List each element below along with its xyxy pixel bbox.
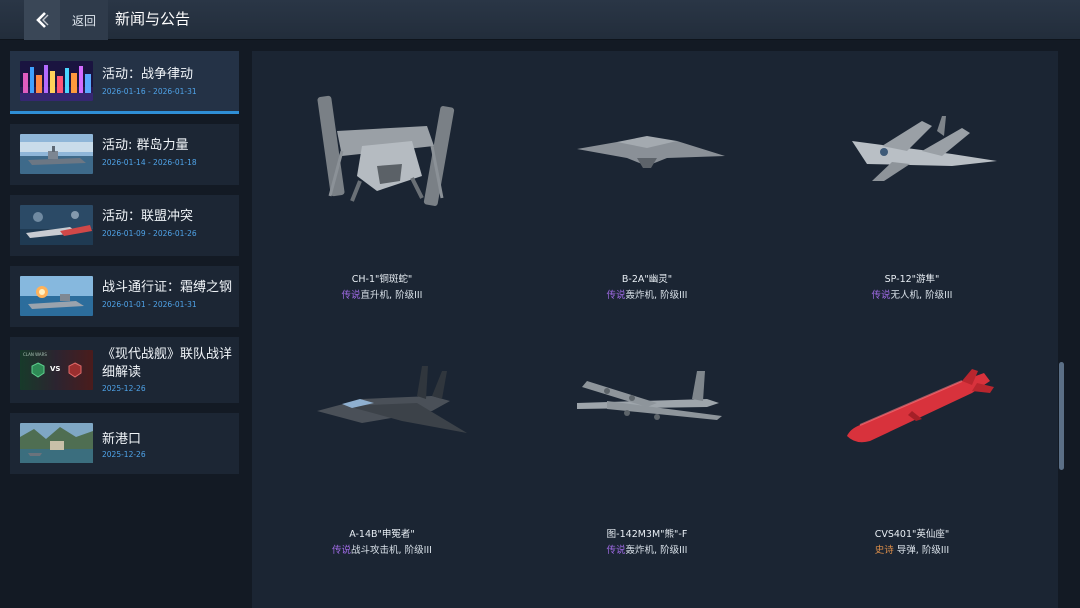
rarity-label: 传说 bbox=[606, 290, 626, 301]
news-thumbnail bbox=[20, 134, 93, 174]
unit-name: CVS401"英仙座" bbox=[874, 529, 950, 540]
unit-type: 战斗攻击机, 阶级III bbox=[351, 545, 432, 556]
back-button[interactable] bbox=[24, 0, 60, 40]
news-date: 2026-01-01 - 2026-01-31 bbox=[102, 300, 197, 309]
scrollbar-track[interactable] bbox=[1059, 51, 1064, 608]
unit-description: 传说直升机, 阶级III bbox=[252, 287, 512, 301]
turboprop-bomber-icon bbox=[577, 371, 722, 420]
unit-description: 传说无人机, 阶级III bbox=[782, 287, 1042, 301]
stealth-bomber-icon bbox=[577, 136, 725, 168]
vs-label: VS bbox=[50, 365, 61, 373]
news-date: 2026-01-16 - 2026-01-31 bbox=[102, 87, 197, 96]
news-date: 2025-12-26 bbox=[102, 384, 146, 393]
unit-card[interactable]: CH-1"铜斑蛇" 传说直升机, 阶级III bbox=[252, 86, 512, 336]
unit-type: 轰炸机, 阶级III bbox=[625, 290, 688, 301]
news-title: 《现代战舰》联队战详细解读 bbox=[102, 347, 233, 380]
rarity-label: 传说 bbox=[341, 290, 361, 301]
news-title: 活动：联盟冲突 bbox=[102, 209, 194, 224]
unit-description: 传说轰炸机, 阶级III bbox=[517, 542, 777, 556]
rarity-label: 史诗 bbox=[874, 545, 894, 556]
unit-card[interactable]: 图-142M3M"熊"-F 传说轰炸机, 阶级III bbox=[517, 341, 777, 591]
news-date: 2025-12-26 bbox=[102, 450, 146, 459]
unit-card[interactable]: SP-12"游隼" 传说无人机, 阶级III bbox=[782, 86, 1042, 336]
news-thumbnail: CLAN WARS VS bbox=[20, 350, 93, 390]
unit-card[interactable]: A-14B"申冤者" 传说战斗攻击机, 阶级III bbox=[252, 341, 512, 591]
unit-type: 无人机, 阶级III bbox=[890, 290, 953, 301]
top-bar: 返回 新闻与公告 bbox=[0, 0, 1080, 40]
news-item-archipelago[interactable]: 活动: 群岛力量 2026-01-14 - 2026-01-18 bbox=[10, 124, 239, 185]
unit-description: 传说轰炸机, 阶级III bbox=[517, 287, 777, 301]
attack-jet-icon bbox=[317, 366, 467, 433]
news-title: 新港口 bbox=[102, 432, 142, 447]
unit-type: 导弹, 阶级III bbox=[893, 545, 950, 556]
page-title: 新闻与公告 bbox=[115, 10, 191, 28]
unit-type: 直升机, 阶级III bbox=[360, 290, 423, 301]
news-thumbnail bbox=[20, 61, 93, 101]
helicopter-icon bbox=[317, 95, 455, 206]
news-title: 活动: 群岛力量 bbox=[102, 138, 189, 153]
unit-card[interactable]: B-2A"幽灵" 传说轰炸机, 阶级III bbox=[517, 86, 777, 336]
news-thumbnail bbox=[20, 276, 93, 316]
news-item-new-port[interactable]: 新港口 2025-12-26 bbox=[10, 413, 239, 474]
rarity-label: 传说 bbox=[871, 290, 891, 301]
unit-card[interactable]: CVS401"英仙座" 史诗 导弹, 阶级III bbox=[782, 341, 1042, 591]
news-date: 2026-01-09 - 2026-01-26 bbox=[102, 229, 197, 238]
news-content-panel[interactable]: CH-1"铜斑蛇" 传说直升机, 阶级III B-2A"幽灵" 传说轰炸机, 阶… bbox=[252, 51, 1058, 608]
missile-icon bbox=[847, 369, 994, 443]
news-sidebar: 活动：战争律动 2026-01-16 - 2026-01-31 活动: 群岛力量… bbox=[10, 51, 239, 484]
unit-name: CH-1"铜斑蛇" bbox=[351, 274, 413, 285]
news-date: 2026-01-14 - 2026-01-18 bbox=[102, 158, 197, 167]
unit-type: 轰炸机, 阶级III bbox=[625, 545, 688, 556]
news-title: 活动：战争律动 bbox=[102, 67, 194, 82]
news-item-battle-pass[interactable]: 战斗通行证：霜缚之钢 2026-01-01 - 2026-01-31 bbox=[10, 266, 239, 327]
news-thumbnail bbox=[20, 423, 93, 463]
news-item-clan-wars[interactable]: CLAN WARS VS 《现代战舰》联队战详细解读 2025-12-26 bbox=[10, 337, 239, 403]
news-title: 战斗通行证：霜缚之钢 bbox=[102, 280, 233, 295]
unit-description: 传说战斗攻击机, 阶级III bbox=[252, 542, 512, 556]
scrollbar-thumb[interactable] bbox=[1059, 362, 1064, 470]
news-item-alliance-conflict[interactable]: 活动：联盟冲突 2026-01-09 - 2026-01-26 bbox=[10, 195, 239, 256]
unit-description: 史诗 导弹, 阶级III bbox=[782, 542, 1042, 556]
unit-name: B-2A"幽灵" bbox=[621, 274, 673, 285]
rarity-label: 传说 bbox=[332, 545, 352, 556]
news-thumbnail bbox=[20, 205, 93, 245]
news-item-war-rhythm[interactable]: 活动：战争律动 2026-01-16 - 2026-01-31 bbox=[10, 51, 239, 114]
back-label[interactable]: 返回 bbox=[60, 0, 108, 40]
unit-name: SP-12"游隼" bbox=[884, 274, 940, 285]
chevron-left-icon bbox=[36, 12, 49, 28]
rarity-label: 传说 bbox=[606, 545, 626, 556]
unit-name: A-14B"申冤者" bbox=[349, 529, 415, 540]
unit-name: 图-142M3M"熊"-F bbox=[606, 529, 688, 540]
drone-icon bbox=[852, 116, 997, 181]
